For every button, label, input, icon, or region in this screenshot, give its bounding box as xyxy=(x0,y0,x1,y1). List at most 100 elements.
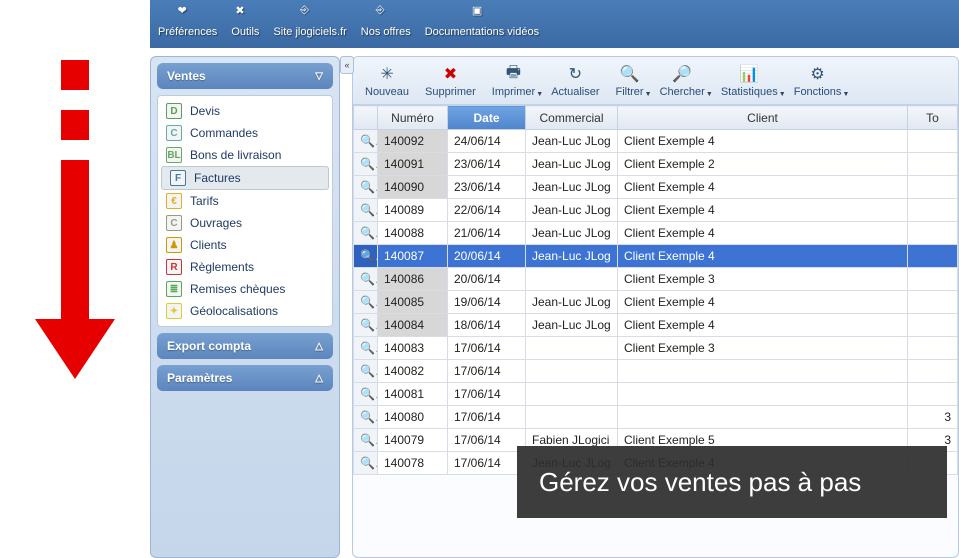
table-row[interactable]: 🔍14009023/06/14Jean-Luc JLogClient Exemp… xyxy=(354,176,958,199)
row-view-button[interactable]: 🔍 xyxy=(354,452,378,475)
table-row[interactable]: 🔍14008922/06/14Jean-Luc JLogClient Exemp… xyxy=(354,199,958,222)
table-row[interactable]: 🔍14008117/06/14 xyxy=(354,383,958,406)
sidebar-item-r-glements[interactable]: RRèglements xyxy=(158,256,332,278)
column-mag[interactable] xyxy=(354,106,378,130)
table-row[interactable]: 🔍14008017/06/143 xyxy=(354,406,958,429)
tool-supprimer[interactable]: ✖Supprimer xyxy=(419,61,482,100)
cell-numero: 140079 xyxy=(378,429,448,452)
expand-icon: △ xyxy=(315,341,323,352)
column-to[interactable]: To xyxy=(908,106,958,130)
cell-numero: 140082 xyxy=(378,360,448,383)
magnifier-icon: 🔍 xyxy=(360,180,378,194)
row-view-button[interactable]: 🔍 xyxy=(354,245,378,268)
sidebar-item-clients[interactable]: ♟Clients xyxy=(158,234,332,256)
tool-filtrer[interactable]: 🔍Filtrer▼ xyxy=(609,61,649,100)
sidebar-item-remises-ch-ques[interactable]: ≣Remises chèques xyxy=(158,278,332,300)
row-view-button[interactable]: 🔍 xyxy=(354,199,378,222)
row-view-button[interactable]: 🔍 xyxy=(354,268,378,291)
collapse-sidebar-button[interactable]: « xyxy=(340,56,354,74)
table-row[interactable]: 🔍14008519/06/14Jean-Luc JLogClient Exemp… xyxy=(354,291,958,314)
cell-total: 3 xyxy=(908,406,958,429)
sidebar-item-tarifs[interactable]: €Tarifs xyxy=(158,190,332,212)
row-view-button[interactable]: 🔍 xyxy=(354,383,378,406)
table-row[interactable]: 🔍14009123/06/14Jean-Luc JLogClient Exemp… xyxy=(354,153,958,176)
topmenu-pr-f-rences[interactable]: ❤Préférences xyxy=(158,4,217,38)
table-row[interactable]: 🔍14008720/06/14Jean-Luc JLogClient Exemp… xyxy=(354,245,958,268)
nouveau-icon: ✳ xyxy=(376,63,398,85)
table-row[interactable]: 🔍14008418/06/14Jean-Luc JLogClient Exemp… xyxy=(354,314,958,337)
magnifier-icon: 🔍 xyxy=(360,203,378,217)
sidebar: Ventes▽ DDevisCCommandesBLBons de livrais… xyxy=(150,56,340,558)
topmenu-site-jlogiciels-fr[interactable]: ⎆Site jlogiciels.fr xyxy=(273,4,346,38)
tool-statistiques[interactable]: 📊Statistiques▼ xyxy=(715,61,784,100)
topmenu-nos-offres[interactable]: ⎆Nos offres xyxy=(361,4,411,38)
column-commercial[interactable]: Commercial xyxy=(526,106,618,130)
sidebar-item-ouvrages[interactable]: COuvrages xyxy=(158,212,332,234)
cell-numero: 140091 xyxy=(378,153,448,176)
row-view-button[interactable]: 🔍 xyxy=(354,429,378,452)
section-paramètres[interactable]: Paramètres△ xyxy=(157,365,333,391)
cell-numero: 140083 xyxy=(378,337,448,360)
sidebar-item-g-olocalisations[interactable]: ✦ Géolocalisations xyxy=(158,300,332,322)
sidebar-item-label: Clients xyxy=(190,238,227,252)
cell-date: 17/06/14 xyxy=(448,452,526,475)
sidebar-item-label: Commandes xyxy=(190,126,258,140)
géolocalisations-icon: ✦ xyxy=(166,303,182,319)
tool-chercher[interactable]: 🔎Chercher▼ xyxy=(654,61,711,100)
topmenu-documentations-vid-os[interactable]: ▣Documentations vidéos xyxy=(425,4,539,38)
sidebar-item-devis[interactable]: DDevis xyxy=(158,100,332,122)
dropdown-icon: ▼ xyxy=(536,91,543,98)
row-view-button[interactable]: 🔍 xyxy=(354,337,378,360)
table-row[interactable]: 🔍14008217/06/14 xyxy=(354,360,958,383)
cell-total xyxy=(908,153,958,176)
table-row[interactable]: 🔍14009224/06/14Jean-Luc JLogClient Exemp… xyxy=(354,130,958,153)
tool-actualiser[interactable]: ↻Actualiser xyxy=(545,61,605,100)
dropdown-icon: ▼ xyxy=(842,91,849,98)
row-view-button[interactable]: 🔍 xyxy=(354,153,378,176)
tool-imprimer[interactable]: 🖶Imprimer▼ xyxy=(486,61,541,100)
cell-commercial: Jean-Luc JLog xyxy=(526,130,618,153)
cell-date: 20/06/14 xyxy=(448,245,526,268)
outils-icon: ✖ xyxy=(235,4,255,24)
section-export-compta[interactable]: Export compta△ xyxy=(157,333,333,359)
row-view-button[interactable]: 🔍 xyxy=(354,222,378,245)
row-view-button[interactable]: 🔍 xyxy=(354,314,378,337)
column-numéro[interactable]: Numéro xyxy=(378,106,448,130)
cell-total xyxy=(908,222,958,245)
nos offres-icon: ⎆ xyxy=(376,4,396,24)
row-view-button[interactable]: 🔍 xyxy=(354,406,378,429)
table-row[interactable]: 🔍14008821/06/14Jean-Luc JLogClient Exemp… xyxy=(354,222,958,245)
row-view-button[interactable]: 🔍 xyxy=(354,291,378,314)
cell-client xyxy=(618,406,908,429)
filtrer-icon: 🔍 xyxy=(619,63,641,85)
sidebar-item-factures[interactable]: FFactures xyxy=(161,166,329,190)
topmenu-outils[interactable]: ✖Outils xyxy=(231,4,259,38)
tool-nouveau[interactable]: ✳Nouveau xyxy=(359,61,415,100)
sidebar-item-label: Factures xyxy=(194,171,241,185)
sidebar-item-bons-de-livraison[interactable]: BLBons de livraison xyxy=(158,144,332,166)
statistiques-icon: 📊 xyxy=(738,63,760,85)
table-row[interactable]: 🔍14008317/06/14Client Exemple 3 xyxy=(354,337,958,360)
cell-client xyxy=(618,360,908,383)
sidebar-item-commandes[interactable]: CCommandes xyxy=(158,122,332,144)
tool-fonctions[interactable]: ⚙Fonctions▼ xyxy=(788,61,848,100)
table-row[interactable]: 🔍14008620/06/14Client Exemple 3 xyxy=(354,268,958,291)
cell-total xyxy=(908,291,958,314)
cell-commercial: Jean-Luc JLog xyxy=(526,314,618,337)
column-client[interactable]: Client xyxy=(618,106,908,130)
sidebar-item-label: Géolocalisations xyxy=(190,304,278,318)
magnifier-icon: 🔍 xyxy=(360,433,378,447)
cell-client: Client Exemple 4 xyxy=(618,314,908,337)
cell-numero: 140090 xyxy=(378,176,448,199)
cell-commercial: Jean-Luc JLog xyxy=(526,222,618,245)
cell-client: Client Exemple 3 xyxy=(618,268,908,291)
sidebar-item-label: Ouvrages xyxy=(190,216,242,230)
cell-date: 19/06/14 xyxy=(448,291,526,314)
row-view-button[interactable]: 🔍 xyxy=(354,130,378,153)
column-date[interactable]: Date xyxy=(448,106,526,130)
row-view-button[interactable]: 🔍 xyxy=(354,176,378,199)
cell-commercial: Jean-Luc JLog xyxy=(526,199,618,222)
row-view-button[interactable]: 🔍 xyxy=(354,360,378,383)
cell-date: 18/06/14 xyxy=(448,314,526,337)
section-ventes[interactable]: Ventes▽ xyxy=(157,63,333,89)
